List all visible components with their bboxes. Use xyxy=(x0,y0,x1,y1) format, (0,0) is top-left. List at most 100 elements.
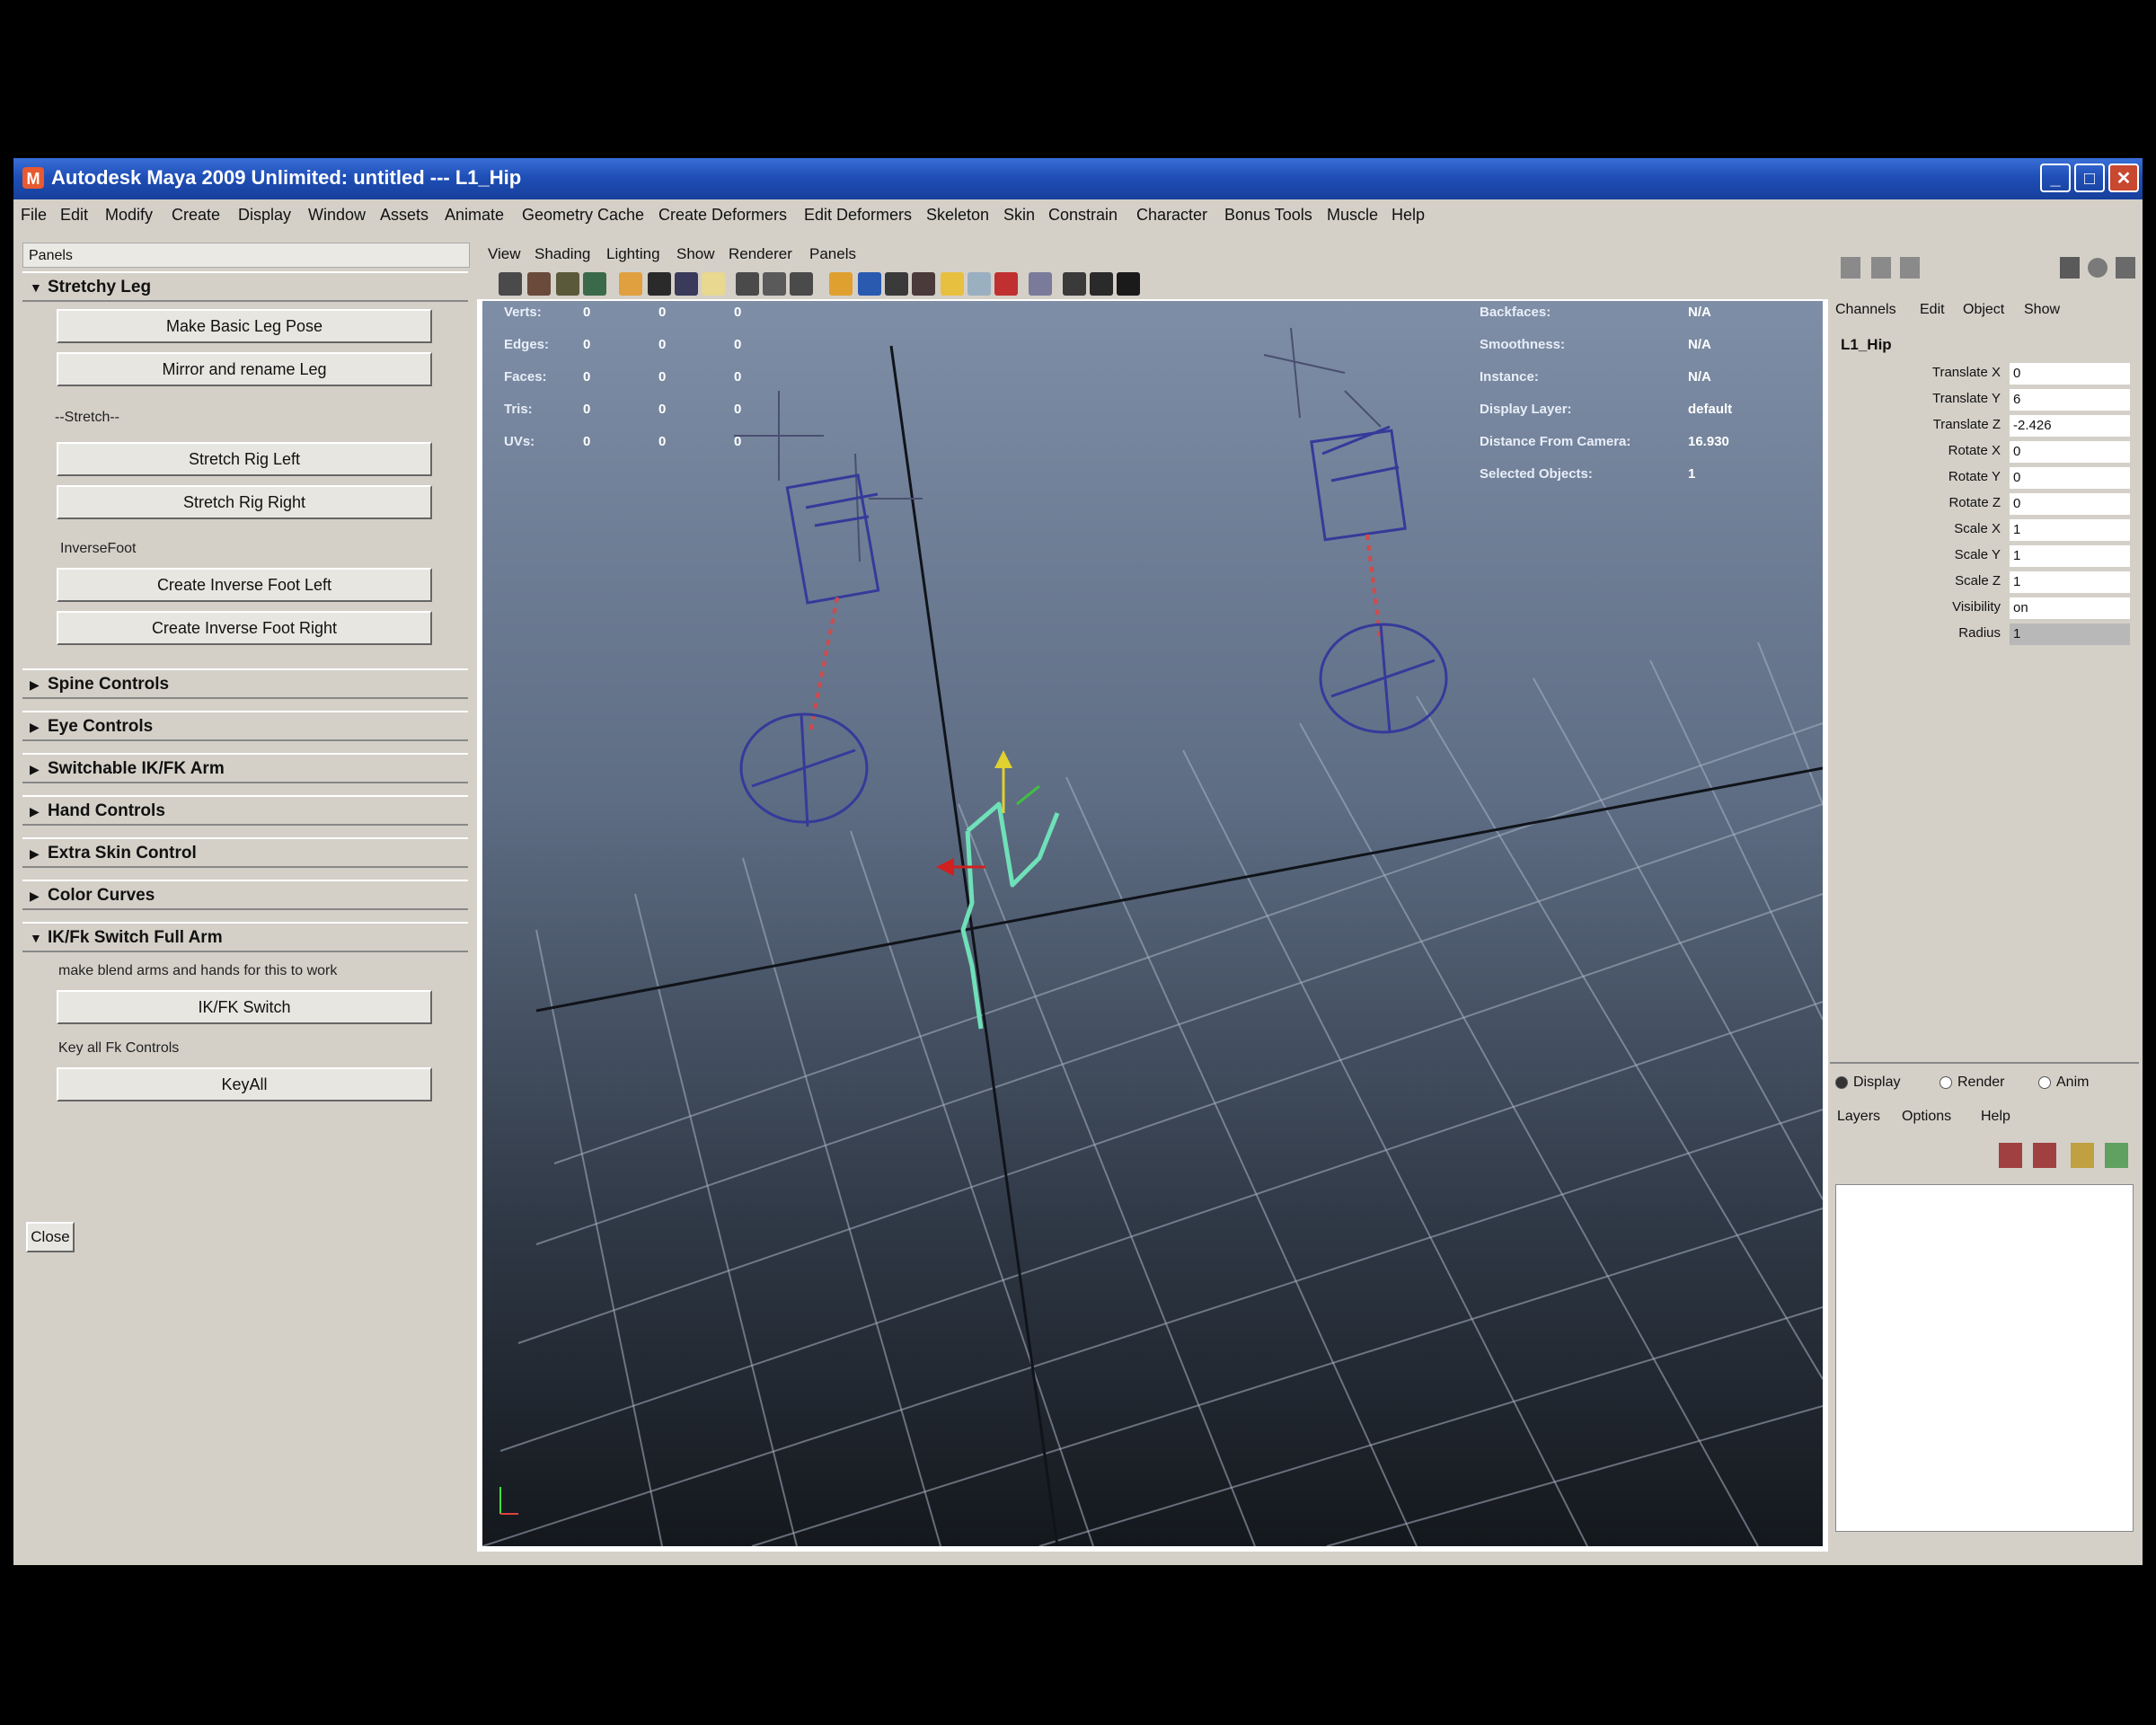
film-gate-icon[interactable] xyxy=(648,272,671,296)
channel-visibility[interactable]: Visibility on xyxy=(1830,596,2139,621)
menu-window[interactable]: Window xyxy=(308,206,366,225)
create-inverse-foot-right-button[interactable]: Create Inverse Foot Right xyxy=(57,611,432,645)
channel-value[interactable]: 0 xyxy=(2010,363,2130,385)
channel-translate-x[interactable]: Translate X 0 xyxy=(1830,361,2139,386)
cb-menu-object[interactable]: Object xyxy=(1963,302,2004,318)
vp-menu-renderer[interactable]: Renderer xyxy=(729,245,792,263)
section-spine-controls[interactable]: ▶ Spine Controls xyxy=(22,668,468,699)
safe-title-icon[interactable] xyxy=(790,272,813,296)
channel-scale-z[interactable]: Scale Z 1 xyxy=(1830,570,2139,595)
menu-create-deformers[interactable]: Create Deformers xyxy=(658,206,787,225)
menu-skin[interactable]: Skin xyxy=(1003,206,1035,225)
channel-value[interactable]: 0 xyxy=(2010,441,2130,463)
menu-help[interactable]: Help xyxy=(1392,206,1425,225)
textured-icon[interactable] xyxy=(912,272,935,296)
mirror-rename-leg-button[interactable]: Mirror and rename Leg xyxy=(57,352,432,386)
menu-skeleton[interactable]: Skeleton xyxy=(926,206,989,225)
isolate-select-icon[interactable] xyxy=(1029,272,1052,296)
layer-tool-icons[interactable] xyxy=(1997,1139,2132,1172)
wireframe-on-shaded-icon[interactable] xyxy=(885,272,908,296)
field-chart-icon[interactable] xyxy=(736,272,759,296)
vp-menu-panels[interactable]: Panels xyxy=(809,245,856,263)
channel-rotate-y[interactable]: Rotate Y 0 xyxy=(1830,465,2139,491)
section-switchable-ikfk-arm[interactable]: ▶ Switchable IK/FK Arm xyxy=(22,753,468,783)
channel-value[interactable]: 0 xyxy=(2010,493,2130,515)
create-inverse-foot-left-button[interactable]: Create Inverse Foot Left xyxy=(57,568,432,602)
channel-translate-y[interactable]: Translate Y 6 xyxy=(1830,387,2139,412)
channel-rotate-z[interactable]: Rotate Z 0 xyxy=(1830,491,2139,517)
section-stretchy-leg[interactable]: ▼ Stretchy Leg xyxy=(22,271,468,302)
layer-mode-render[interactable]: Render xyxy=(1940,1075,2004,1091)
channel-value[interactable]: 1 xyxy=(2010,624,2130,645)
section-color-curves[interactable]: ▶ Color Curves xyxy=(22,880,468,910)
menu-assets[interactable]: Assets xyxy=(380,206,429,225)
xray-active-icon[interactable] xyxy=(1117,272,1140,296)
menu-edit[interactable]: Edit xyxy=(60,206,88,225)
menu-edit-deformers[interactable]: Edit Deformers xyxy=(804,206,912,225)
section-eye-controls[interactable]: ▶ Eye Controls xyxy=(22,711,468,741)
menu-create[interactable]: Create xyxy=(172,206,220,225)
menu-bonus-tools[interactable]: Bonus Tools xyxy=(1224,206,1312,225)
shadows-icon[interactable] xyxy=(968,272,991,296)
maximize-button[interactable]: □ xyxy=(2074,164,2105,192)
camera-attr-icon[interactable] xyxy=(527,272,551,296)
section-ikfk-switch-full-arm[interactable]: ▼ IK/Fk Switch Full Arm xyxy=(22,922,468,952)
close-window-button[interactable]: ✕ xyxy=(2108,164,2139,192)
channel-value[interactable]: 1 xyxy=(2010,519,2130,541)
channel-value[interactable]: 1 xyxy=(2010,571,2130,593)
stretch-rig-left-button[interactable]: Stretch Rig Left xyxy=(57,442,432,476)
section-hand-controls[interactable]: ▶ Hand Controls xyxy=(22,795,468,826)
menu-muscle[interactable]: Muscle xyxy=(1327,206,1378,225)
cb-menu-channels[interactable]: Channels xyxy=(1835,302,1896,318)
image-plane-icon[interactable] xyxy=(583,272,606,296)
vp-menu-view[interactable]: View xyxy=(488,245,521,263)
channel-rotate-x[interactable]: Rotate X 0 xyxy=(1830,439,2139,464)
cb-menu-show[interactable]: Show xyxy=(2024,302,2060,318)
channel-value[interactable]: on xyxy=(2010,597,2130,619)
xray-joints-icon[interactable] xyxy=(1090,272,1113,296)
vp-menu-shading[interactable]: Shading xyxy=(535,245,590,263)
vp-menu-lighting[interactable]: Lighting xyxy=(606,245,660,263)
layer-list[interactable] xyxy=(1835,1184,2134,1532)
keyall-button[interactable]: KeyAll xyxy=(57,1067,432,1101)
layer-menu-help[interactable]: Help xyxy=(1981,1109,2010,1125)
wireframe-icon[interactable] xyxy=(829,272,853,296)
close-panel-button[interactable]: Close xyxy=(26,1222,75,1252)
channel-value[interactable]: -2.426 xyxy=(2010,415,2130,437)
high-quality-icon[interactable] xyxy=(994,272,1018,296)
channel-scale-x[interactable]: Scale X 1 xyxy=(1830,518,2139,543)
cb-menu-edit[interactable]: Edit xyxy=(1920,302,1945,318)
stretch-rig-right-button[interactable]: Stretch Rig Right xyxy=(57,485,432,519)
make-basic-leg-pose-button[interactable]: Make Basic Leg Pose xyxy=(57,309,432,343)
menu-file[interactable]: File xyxy=(21,206,47,225)
minimize-button[interactable]: _ xyxy=(2040,164,2071,192)
menu-character[interactable]: Character xyxy=(1136,206,1207,225)
section-extra-skin-control[interactable]: ▶ Extra Skin Control xyxy=(22,837,468,868)
channel-radius[interactable]: Radius 1 xyxy=(1830,622,2139,647)
attribute-editor-icons[interactable] xyxy=(2060,255,2135,282)
channel-value[interactable]: 1 xyxy=(2010,545,2130,567)
resolution-gate-icon[interactable] xyxy=(675,272,698,296)
xray-icon[interactable] xyxy=(1063,272,1086,296)
lights-icon[interactable] xyxy=(941,272,964,296)
layer-mode-display[interactable]: Display xyxy=(1835,1075,1900,1091)
layer-menu-layers[interactable]: Layers xyxy=(1837,1109,1880,1125)
menu-geometry-cache[interactable]: Geometry Cache xyxy=(522,206,644,225)
grid-toggle-icon[interactable] xyxy=(619,272,642,296)
channel-value[interactable]: 6 xyxy=(2010,389,2130,411)
menu-modify[interactable]: Modify xyxy=(105,206,153,225)
menu-animate[interactable]: Animate xyxy=(445,206,504,225)
ikfk-switch-button[interactable]: IK/FK Switch xyxy=(57,990,432,1024)
channel-translate-z[interactable]: Translate Z -2.426 xyxy=(1830,413,2139,438)
layer-menu-options[interactable]: Options xyxy=(1902,1109,1951,1125)
channel-scale-y[interactable]: Scale Y 1 xyxy=(1830,544,2139,569)
bookmark-icon[interactable] xyxy=(556,272,579,296)
menu-constrain[interactable]: Constrain xyxy=(1048,206,1118,225)
vp-menu-show[interactable]: Show xyxy=(676,245,715,263)
smooth-shade-icon[interactable] xyxy=(858,272,881,296)
safe-action-icon[interactable] xyxy=(763,272,786,296)
layer-mode-anim[interactable]: Anim xyxy=(2038,1075,2089,1091)
menu-display[interactable]: Display xyxy=(238,206,291,225)
gate-mask-icon[interactable] xyxy=(702,272,725,296)
viewport-scene[interactable]: Verts: 0 0 0 Edges: 0 0 0 Faces: 0 0 0 T… xyxy=(482,301,1823,1546)
